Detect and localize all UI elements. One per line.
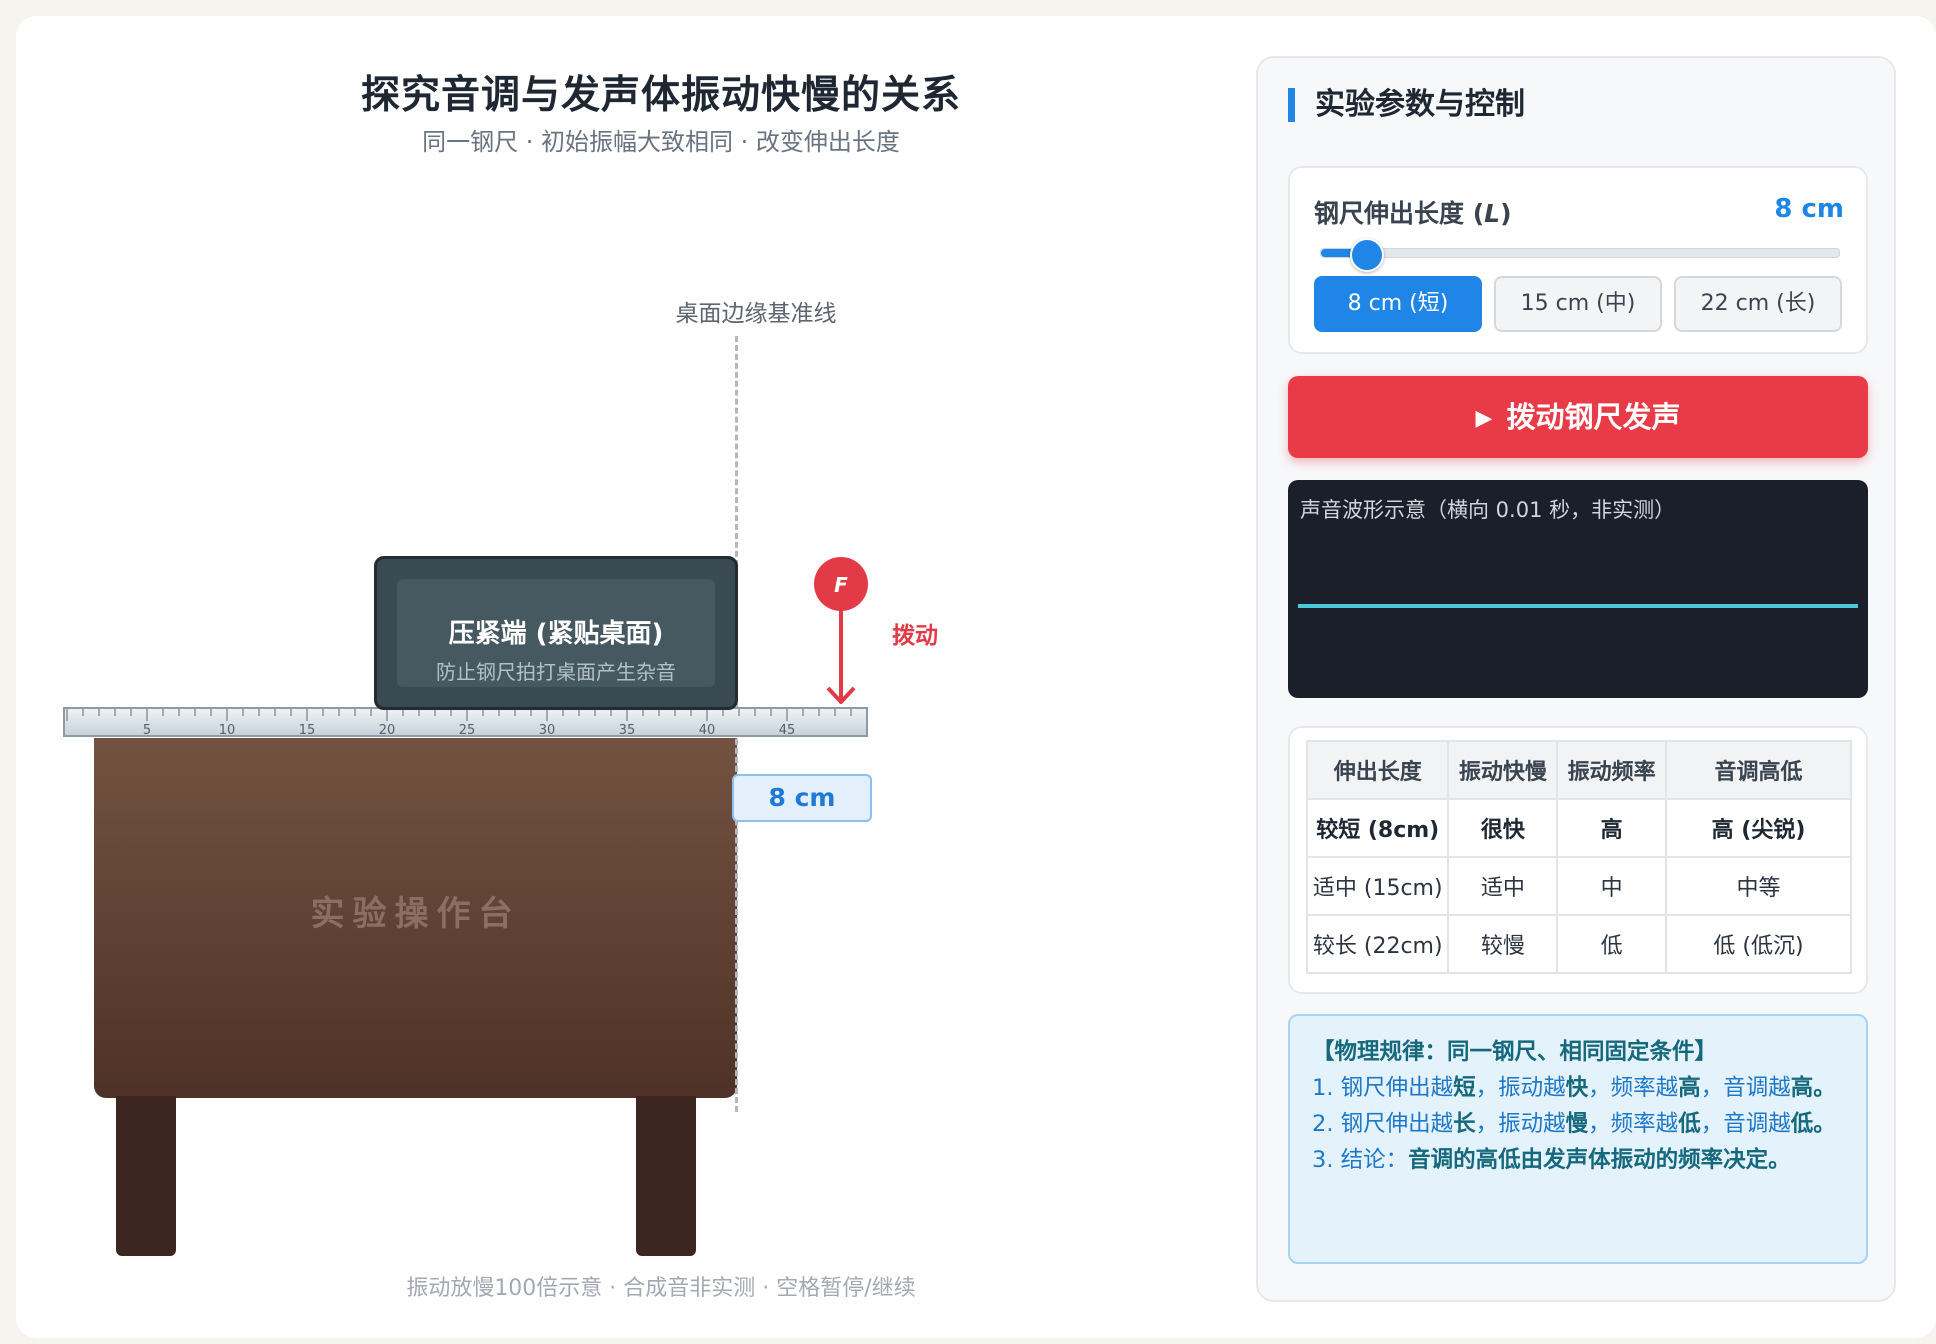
- preset-8cm-button[interactable]: 8 cm (短): [1314, 276, 1482, 332]
- table-cell: 适中: [1447, 856, 1559, 916]
- table-row: 较长 (22cm) 较慢 低 低 (低沉): [1305, 914, 1852, 974]
- force-label: 拨动: [892, 623, 938, 649]
- page-title: 探究音调与发声体振动快慢的关系: [360, 73, 961, 118]
- table-label: 实验操作台: [310, 894, 521, 934]
- table-cell: 适中 (15cm): [1305, 856, 1450, 916]
- play-icon: ▶: [1475, 406, 1493, 431]
- table-cell: 低: [1556, 914, 1668, 974]
- length-label: 钢尺伸出长度 (L): [1314, 194, 1512, 230]
- ruler-tick-label: 30: [539, 723, 556, 738]
- table-cell: 很快: [1447, 798, 1559, 858]
- ruler-tick-label: 35: [619, 723, 636, 738]
- law-line-1: 1. 钢尺伸出越短，振动越快，频率越高，音调越高。: [1312, 1075, 1836, 1101]
- overhang-length-badge: 8 cm: [732, 774, 872, 822]
- panel-title: 实验参数与控制: [1288, 88, 1525, 122]
- control-panel: 实验参数与控制 钢尺伸出长度 (L) 8 cm 8 cm (短) 15 cm (…: [1256, 56, 1896, 1302]
- waveform-display: 声音波形示意（横向 0.01 秒，非实测）: [1288, 480, 1868, 698]
- table-cell: 高 (尖锐): [1665, 798, 1852, 858]
- length-label-prefix: 钢尺伸出长度 (: [1314, 199, 1485, 228]
- table-cell: 高: [1556, 798, 1668, 858]
- table-cell: 中: [1556, 856, 1668, 916]
- length-slider[interactable]: [1320, 238, 1840, 272]
- table-cell: 较长 (22cm): [1305, 914, 1450, 974]
- law-heading: 【物理规律：同一钢尺、相同固定条件】: [1312, 1039, 1718, 1065]
- pluck-ruler-button[interactable]: ▶ 拨动钢尺发声: [1288, 376, 1868, 458]
- length-value: 8 cm: [1774, 194, 1844, 224]
- table-row: 较短 (8cm) 很快 高 高 (尖锐): [1305, 798, 1852, 858]
- clamp-block: 压紧端 (紧贴桌面) 防止钢尺拍打桌面产生杂音: [374, 556, 738, 710]
- footnote: 振动放慢100倍示意 · 合成音非实测 · 空格暂停/继续: [406, 1276, 916, 1301]
- length-control-box: 钢尺伸出长度 (L) 8 cm 8 cm (短) 15 cm (中) 22 cm…: [1288, 166, 1868, 354]
- ruler-tick-label: 25: [459, 723, 476, 738]
- page-subtitle: 同一钢尺 · 初始振幅大致相同 · 改变伸出长度: [422, 128, 900, 156]
- preset-22cm-button[interactable]: 22 cm (长): [1674, 276, 1842, 332]
- table-header: 音调高低: [1665, 740, 1852, 800]
- length-label-var: L: [1484, 199, 1501, 228]
- waveform-plot: [1298, 604, 1858, 608]
- table-header: 振动快慢: [1447, 740, 1559, 800]
- preset-15cm-button[interactable]: 15 cm (中): [1494, 276, 1662, 332]
- pluck-button-label: 拨动钢尺发声: [1506, 400, 1681, 434]
- table-header-row: 伸出长度 振动快慢 振动频率 音调高低: [1305, 740, 1852, 800]
- law-line-2: 2. 钢尺伸出越长，振动越慢，频率越低，音调越低。: [1312, 1111, 1836, 1137]
- table-header: 伸出长度: [1305, 740, 1450, 800]
- results-table: 伸出长度 振动快慢 振动频率 音调高低 较短 (8cm) 很快 高 高 (尖锐)…: [1305, 740, 1852, 974]
- table-header: 振动频率: [1556, 740, 1668, 800]
- table-cell: 中等: [1665, 856, 1852, 916]
- force-arrow[interactable]: F: [806, 554, 876, 714]
- length-slider-thumb[interactable]: [1350, 238, 1385, 272]
- ruler-tick-label: 10: [219, 723, 236, 738]
- table-leg-left: [116, 1096, 176, 1256]
- ruler-scale: 5 10 15 20 25 30 35 40 45: [66, 709, 852, 738]
- force-symbol: F: [834, 573, 848, 597]
- table-cell: 低 (低沉): [1665, 914, 1852, 974]
- clamp-subtitle: 防止钢尺拍打桌面产生杂音: [436, 660, 676, 684]
- steel-ruler[interactable]: 5 10 15 20 25 30 35 40 45: [63, 707, 868, 738]
- results-table-box: 伸出长度 振动快慢 振动频率 音调高低 较短 (8cm) 很快 高 高 (尖锐)…: [1288, 726, 1868, 994]
- physics-law-box: 【物理规律：同一钢尺、相同固定条件】 1. 钢尺伸出越短，振动越快，频率越高，音…: [1288, 1014, 1868, 1264]
- ruler-tick-label: 15: [299, 723, 316, 738]
- table-leg-right: [636, 1096, 696, 1256]
- table-cell: 较短 (8cm): [1305, 798, 1450, 858]
- ruler-tick-label: 45: [779, 723, 796, 738]
- ruler-tick-label: 40: [699, 723, 716, 738]
- length-label-suffix: ): [1500, 199, 1512, 228]
- table-cell: 较慢: [1447, 914, 1559, 974]
- clamp-inner: 压紧端 (紧贴桌面) 防止钢尺拍打桌面产生杂音: [397, 579, 715, 687]
- edge-label: 桌面边缘基准线: [675, 301, 837, 327]
- clamp-title: 压紧端 (紧贴桌面): [448, 619, 664, 649]
- table-row: 适中 (15cm) 适中 中 中等: [1305, 856, 1852, 916]
- ruler-tick-label: 20: [379, 723, 396, 738]
- main-card: 探究音调与发声体振动快慢的关系 同一钢尺 · 初始振幅大致相同 · 改变伸出长度…: [16, 16, 1936, 1338]
- ruler-tick-label: 5: [143, 723, 151, 738]
- law-line-3: 3. 结论：音调的高低由发声体振动的频率决定。: [1312, 1147, 1791, 1173]
- experiment-stage: 探究音调与发声体振动快慢的关系 同一钢尺 · 初始振幅大致相同 · 改变伸出长度…: [16, 16, 1256, 1338]
